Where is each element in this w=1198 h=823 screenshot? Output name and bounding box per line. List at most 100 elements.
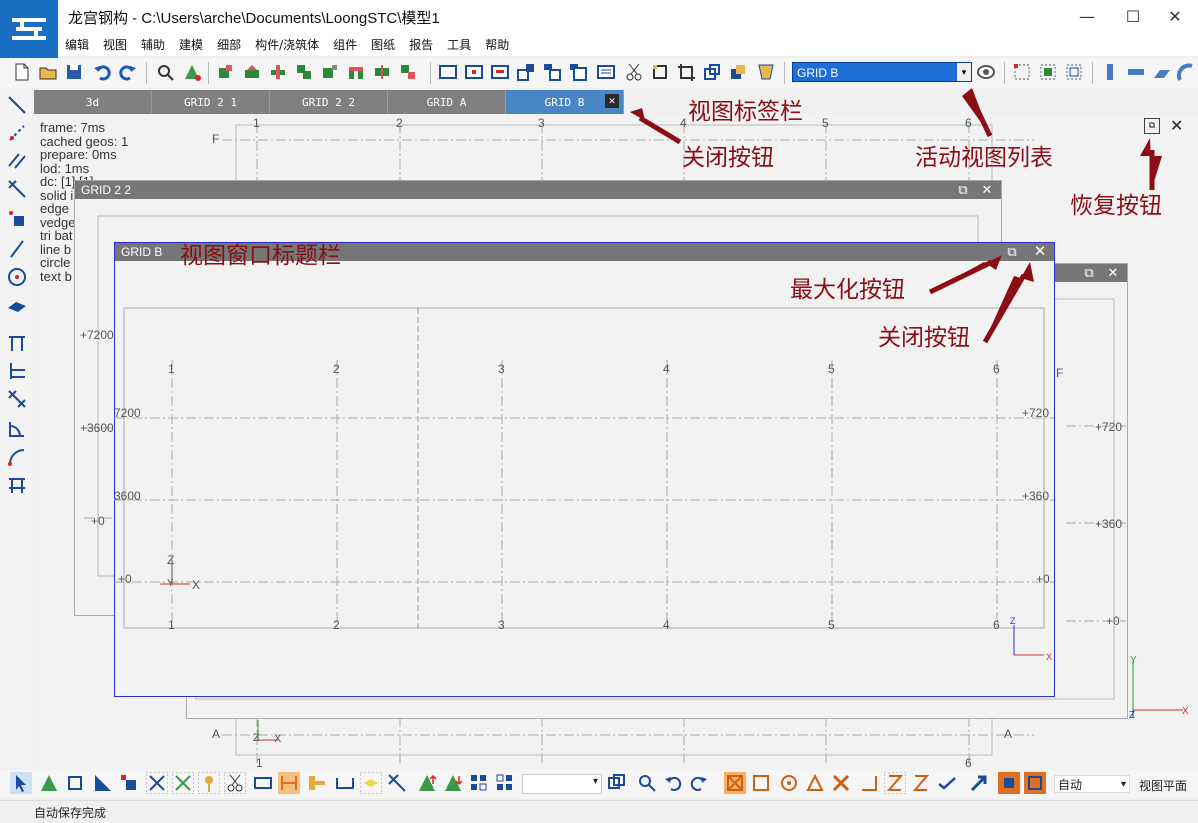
snap-cross-box-icon[interactable] bbox=[724, 772, 746, 794]
select-square-icon[interactable] bbox=[118, 772, 140, 794]
dropdown-arrow-icon[interactable]: ▾ bbox=[957, 63, 971, 81]
angle-dimension-icon[interactable] bbox=[6, 418, 28, 440]
redo-icon[interactable] bbox=[118, 62, 138, 82]
copy-view-icon[interactable] bbox=[606, 772, 628, 794]
view-6-icon[interactable] bbox=[568, 62, 588, 82]
window-close-icon[interactable]: ✕ bbox=[1030, 243, 1050, 261]
snap-1-icon[interactable] bbox=[146, 772, 168, 794]
dimension-2-icon[interactable] bbox=[6, 360, 28, 382]
snap-4-icon[interactable] bbox=[224, 772, 246, 794]
tab-3d[interactable]: 3d bbox=[34, 90, 152, 114]
window-close-icon[interactable]: ✕ bbox=[1103, 264, 1123, 282]
eye-icon[interactable] bbox=[976, 62, 996, 82]
beam-tool-3-icon[interactable] bbox=[268, 62, 288, 82]
clip-5-icon[interactable] bbox=[756, 62, 776, 82]
menu-aux[interactable]: 辅助 bbox=[134, 36, 172, 53]
beam-tool-6-icon[interactable] bbox=[346, 62, 366, 82]
menu-reports[interactable]: 报告 bbox=[402, 36, 440, 53]
tab-close-icon[interactable]: ✕ bbox=[605, 94, 619, 108]
mode-select[interactable]: 自动 ▾ bbox=[1054, 775, 1130, 793]
view-4-icon[interactable] bbox=[516, 62, 536, 82]
select-diagonal-icon[interactable] bbox=[92, 772, 114, 794]
snap-5-icon[interactable] bbox=[252, 772, 274, 794]
snap-end-icon[interactable] bbox=[750, 772, 772, 794]
beam-tool-4-icon[interactable] bbox=[294, 62, 314, 82]
pick-arrow-icon[interactable] bbox=[968, 772, 990, 794]
selection-filter-select[interactable]: ▾ bbox=[522, 774, 602, 794]
tab-grid-2-2[interactable]: GRID 2 2 bbox=[270, 90, 388, 114]
snap-9-icon[interactable] bbox=[360, 772, 382, 794]
maximize-button[interactable]: ☐ bbox=[1110, 0, 1156, 32]
beam-tool-2-icon[interactable] bbox=[242, 62, 262, 82]
menu-parts[interactable]: 构件/浇筑体 bbox=[248, 36, 326, 53]
window-restore-icon[interactable]: ⧉ bbox=[953, 181, 973, 199]
check-icon[interactable] bbox=[936, 772, 958, 794]
view-plane-label[interactable]: 视图平面 bbox=[1139, 777, 1187, 794]
undo-icon[interactable] bbox=[92, 62, 112, 82]
parallel-lines-icon[interactable] bbox=[6, 150, 28, 172]
view-1-icon[interactable] bbox=[438, 62, 458, 82]
select-box-3-icon[interactable] bbox=[1064, 62, 1084, 82]
profile-4-icon[interactable] bbox=[1176, 62, 1196, 82]
view-5-icon[interactable] bbox=[542, 62, 562, 82]
snap-mid-icon[interactable] bbox=[804, 772, 826, 794]
menu-edit[interactable]: 编辑 bbox=[58, 36, 96, 53]
tab-grid-2-1[interactable]: GRID 2 1 bbox=[152, 90, 270, 114]
select-arrow-icon[interactable] bbox=[10, 772, 32, 794]
select-triangle-icon[interactable] bbox=[38, 772, 60, 794]
clip-1-icon[interactable] bbox=[650, 62, 670, 82]
close-button[interactable]: ✕ bbox=[1152, 0, 1198, 32]
tab-grid-a[interactable]: GRID A bbox=[388, 90, 506, 114]
snap-perp-icon[interactable] bbox=[858, 772, 880, 794]
menu-view[interactable]: 视图 bbox=[96, 36, 134, 53]
profile-2-icon[interactable] bbox=[1126, 62, 1146, 82]
snap-7-icon[interactable] bbox=[306, 772, 328, 794]
tab-grid-b[interactable]: GRID B ✕ bbox=[506, 90, 624, 114]
select-box-2-icon[interactable] bbox=[1038, 62, 1058, 82]
snap-mode-1-icon[interactable] bbox=[998, 772, 1020, 794]
point-square-icon[interactable] bbox=[6, 208, 28, 230]
select-box-icon[interactable] bbox=[64, 772, 86, 794]
grid-1-icon[interactable] bbox=[468, 772, 490, 794]
snap-3-icon[interactable] bbox=[198, 772, 220, 794]
snap-center-icon[interactable] bbox=[778, 772, 800, 794]
angle-line-icon[interactable] bbox=[6, 178, 28, 200]
clip-4-icon[interactable] bbox=[728, 62, 748, 82]
beam-tool-1-icon[interactable] bbox=[216, 62, 236, 82]
window-close-icon[interactable]: ✕ bbox=[977, 181, 997, 199]
beam-tool-5-icon[interactable] bbox=[320, 62, 340, 82]
snap-line-icon[interactable] bbox=[884, 772, 906, 794]
line-tool-icon[interactable] bbox=[6, 94, 28, 116]
circle-tool-icon[interactable] bbox=[6, 266, 28, 288]
minimize-button[interactable]: — bbox=[1064, 0, 1110, 32]
dashed-line-icon[interactable] bbox=[6, 122, 28, 144]
select-box-1-icon[interactable] bbox=[1012, 62, 1032, 82]
clip-3-icon[interactable] bbox=[702, 62, 722, 82]
menu-detail[interactable]: 细部 bbox=[210, 36, 248, 53]
menu-components[interactable]: 组件 bbox=[326, 36, 364, 53]
snap-8-icon[interactable] bbox=[334, 772, 356, 794]
menu-drawings[interactable]: 图纸 bbox=[364, 36, 402, 53]
clip-2-icon[interactable] bbox=[676, 62, 696, 82]
snap-6-icon[interactable] bbox=[278, 772, 300, 794]
save-icon[interactable] bbox=[64, 62, 84, 82]
rotate-left-icon[interactable] bbox=[662, 772, 684, 794]
add-point-icon[interactable] bbox=[182, 62, 202, 82]
grid-2-icon[interactable] bbox=[494, 772, 516, 794]
view-2-icon[interactable] bbox=[464, 62, 484, 82]
inquire-icon[interactable] bbox=[156, 62, 176, 82]
window-maximize-icon[interactable]: ⧉ bbox=[1002, 243, 1022, 261]
arc-dimension-icon[interactable] bbox=[6, 446, 28, 468]
beam-tool-7-icon[interactable] bbox=[372, 62, 392, 82]
diagonal-icon[interactable] bbox=[6, 238, 28, 260]
snap-intersect-icon[interactable] bbox=[830, 772, 852, 794]
dimension-4-icon[interactable] bbox=[6, 474, 28, 496]
menu-tools[interactable]: 工具 bbox=[440, 36, 478, 53]
window-restore-icon[interactable]: ⧉ bbox=[1079, 264, 1099, 282]
snap-10-icon[interactable] bbox=[386, 772, 408, 794]
new-file-icon[interactable] bbox=[12, 62, 32, 82]
window-title-bar-grid-2-2[interactable]: GRID 2 2 ⧉ ✕ bbox=[75, 181, 1001, 199]
snap-mode-2-icon[interactable] bbox=[1024, 772, 1046, 794]
plane-tool-icon[interactable] bbox=[6, 294, 28, 316]
open-folder-icon[interactable] bbox=[38, 62, 58, 82]
